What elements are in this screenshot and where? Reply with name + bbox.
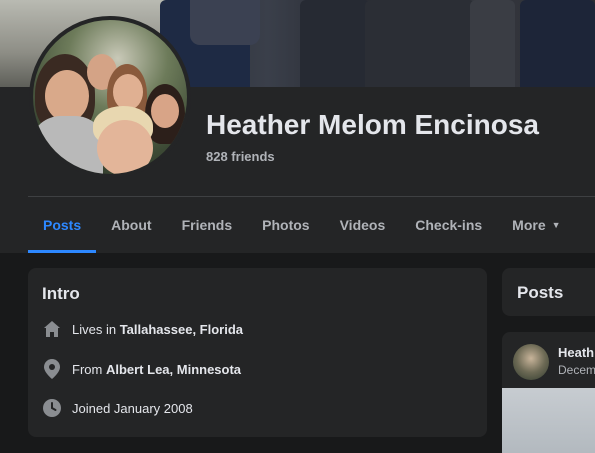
avatar-person	[151, 94, 179, 128]
posts-title: Posts	[517, 283, 564, 302]
intro-from-prefix: From	[72, 361, 106, 377]
home-icon	[42, 319, 62, 339]
tab-posts[interactable]: Posts	[28, 197, 97, 253]
intro-title: Intro	[42, 284, 80, 303]
cover-figure	[520, 0, 595, 87]
tab-photos[interactable]: Photos	[247, 197, 324, 253]
friends-count[interactable]: 828 friends	[206, 149, 275, 164]
tab-label: Posts	[43, 217, 82, 233]
intro-from: From Albert Lea, Minnesota	[42, 359, 241, 379]
profile-avatar[interactable]	[29, 16, 191, 178]
profile-tabs: Posts About Friends Photos Videos Check-…	[28, 197, 576, 253]
tab-more[interactable]: More ▼	[497, 197, 575, 253]
tab-about[interactable]: About	[96, 197, 166, 253]
cover-figure	[300, 0, 370, 87]
caret-down-icon: ▼	[551, 220, 561, 230]
avatar-person	[113, 74, 143, 110]
intro-card: Intro Lives in Tallahassee, Florida From…	[28, 268, 487, 437]
intro-joined: Joined January 2008	[42, 398, 193, 418]
intro-from-place[interactable]: Albert Lea, Minnesota	[106, 362, 241, 377]
intro-joined-text: Joined January 2008	[72, 400, 193, 416]
intro-lives-in: Lives in Tallahassee, Florida	[42, 319, 243, 339]
profile-name: Heather Melom Encinosa	[206, 109, 539, 140]
cover-figure	[470, 0, 515, 87]
location-pin-icon	[42, 359, 62, 379]
tab-label: Photos	[262, 217, 310, 233]
tab-videos[interactable]: Videos	[325, 197, 401, 253]
cover-figure	[365, 0, 475, 87]
post-date[interactable]: Decem	[558, 363, 595, 377]
intro-lives-place[interactable]: Tallahassee, Florida	[120, 322, 243, 337]
clock-icon	[42, 398, 62, 418]
cover-figure	[190, 0, 260, 45]
tab-label: Check-ins	[415, 217, 483, 233]
post-author-name[interactable]: Heath	[558, 345, 594, 360]
post-author-avatar[interactable]	[513, 344, 549, 380]
tab-friends[interactable]: Friends	[167, 197, 248, 253]
posts-header-card: Posts	[502, 268, 595, 316]
tab-check-ins[interactable]: Check-ins	[400, 197, 497, 253]
tab-label: More	[512, 217, 546, 233]
tab-label: About	[111, 217, 152, 233]
tab-label: Videos	[339, 217, 386, 233]
intro-lives-prefix: Lives in	[72, 321, 120, 337]
tab-label: Friends	[181, 217, 233, 233]
avatar-person	[45, 70, 89, 122]
post-image[interactable]	[502, 388, 595, 453]
post-card: Heath Decem	[502, 332, 595, 453]
avatar-person	[97, 120, 153, 174]
